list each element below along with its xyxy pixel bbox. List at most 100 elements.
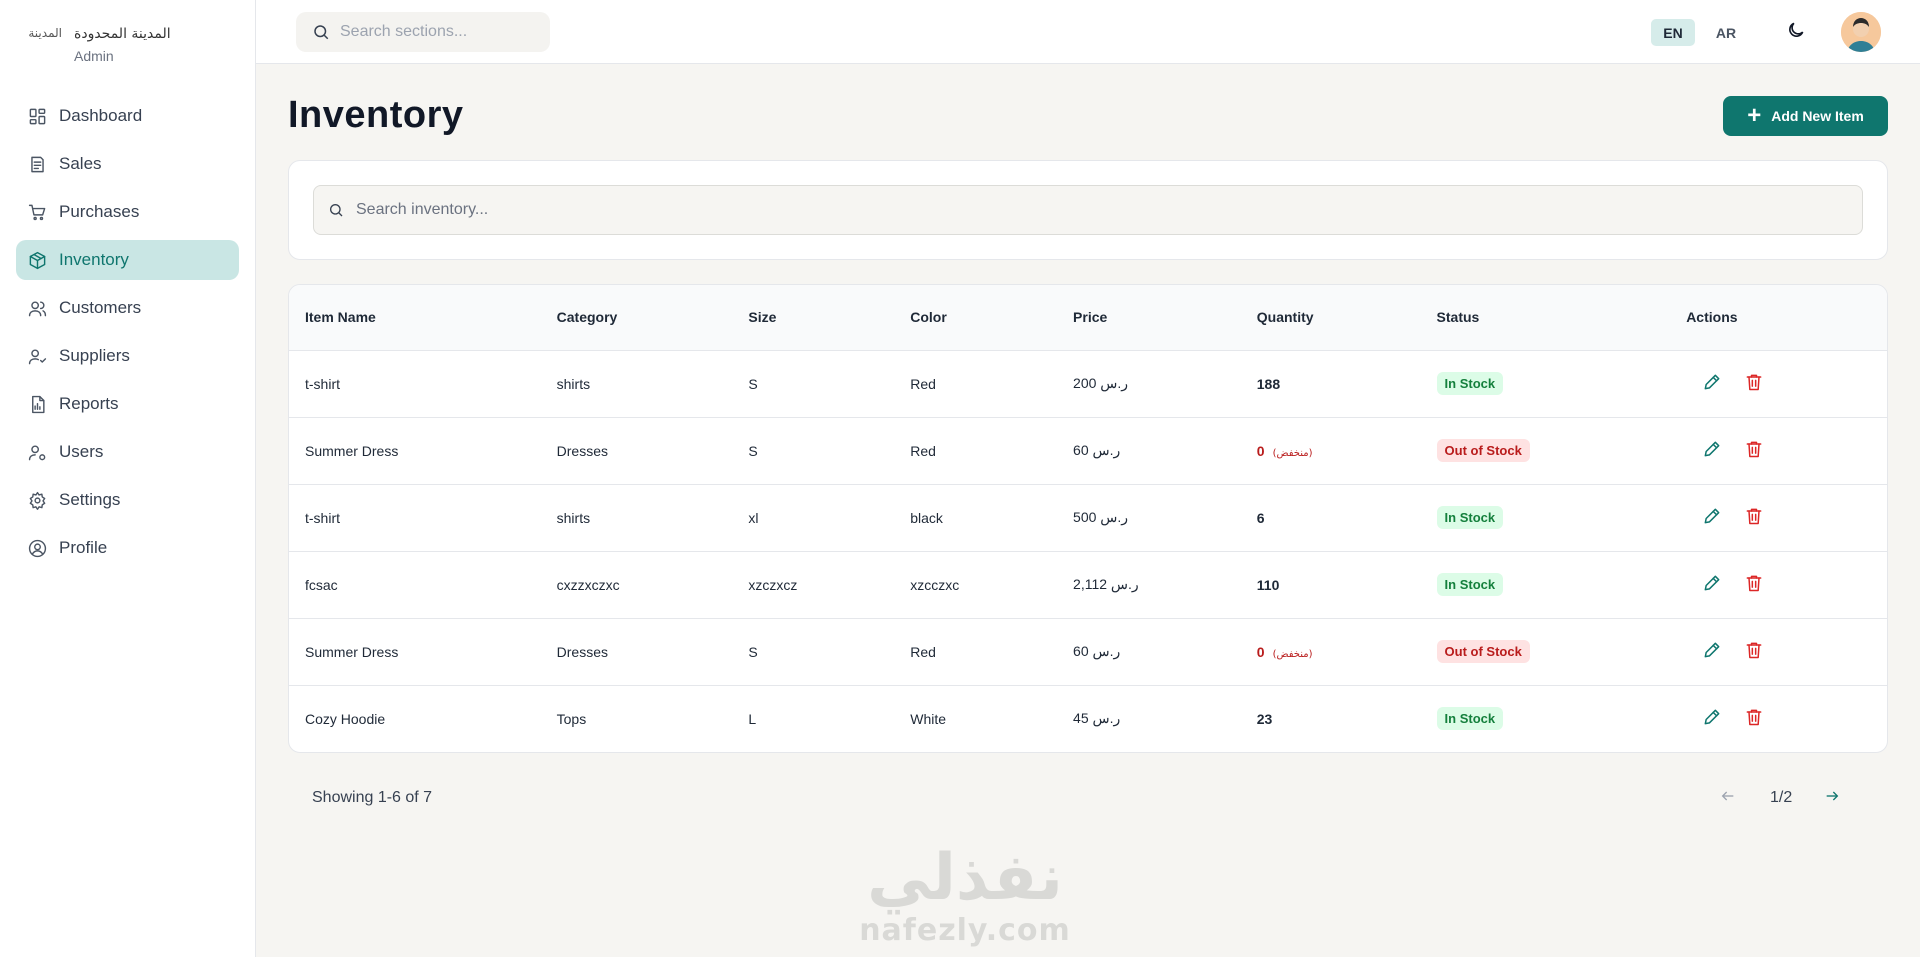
sidebar-nav: Dashboard Sales Purchases Inventory Cust… [0, 96, 255, 568]
column-header: Actions [1686, 309, 1738, 326]
section-search-input[interactable] [340, 23, 540, 41]
column-header[interactable]: Quantity [1241, 285, 1421, 350]
inventory-search[interactable] [313, 185, 1863, 235]
status-badge: Out of Stock [1436, 640, 1530, 663]
section-search[interactable] [296, 12, 550, 52]
brand: المدينة المدينة المحدودة Admin [0, 0, 255, 96]
sidebar-item-purchases[interactable]: Purchases [16, 192, 239, 232]
prev-page-button[interactable] [1720, 788, 1740, 808]
delete-button[interactable] [1744, 573, 1764, 596]
item-actions [1670, 618, 1887, 685]
inventory-table-card: Item Name Category Size Color Price Quan… [288, 284, 1888, 753]
inventory-search-input[interactable] [356, 201, 1756, 219]
sidebar-item-settings[interactable]: Settings [16, 480, 239, 520]
lang-en-button[interactable]: EN [1651, 19, 1695, 46]
column-header[interactable]: Color [894, 285, 1057, 350]
watermark-latin: nafezly.com [859, 913, 1071, 948]
pencil-icon [1704, 575, 1720, 591]
pencil-icon [1704, 508, 1720, 524]
table-row: Summer Dress Dresses S Red ر.س 60 0 (منخف… [289, 417, 1887, 484]
item-size: L [748, 710, 757, 727]
item-status-cell: In Stock [1421, 484, 1671, 551]
trash-icon [1746, 575, 1762, 592]
cart-icon [28, 204, 46, 220]
delete-button[interactable] [1744, 439, 1764, 462]
low-stock-note: (منخفض) [1272, 648, 1313, 660]
report-icon [32, 395, 45, 413]
edit-button[interactable] [1702, 573, 1722, 596]
receipt-icon [31, 156, 44, 172]
delete-button[interactable] [1744, 506, 1764, 529]
table-row: fcsac cxzzxczxc xzczxcz xzcczxc ر.س 2,11… [289, 551, 1887, 618]
item-quantity-cell: 23 [1241, 685, 1421, 752]
trash-icon [1746, 441, 1762, 458]
item-category: cxzzxczxc [556, 576, 620, 593]
status-badge: In Stock [1436, 506, 1504, 529]
sidebar-item-label: Customers [59, 298, 142, 317]
add-new-item-label: Add New Item [1771, 108, 1864, 124]
sidebar-item-customers[interactable]: Customers [16, 288, 239, 328]
item-price: ر.س 2,112 [1073, 576, 1139, 592]
item-actions [1670, 484, 1887, 551]
pencil-icon [1704, 642, 1720, 658]
item-category: Dresses [556, 643, 608, 660]
item-size: xl [748, 509, 759, 526]
sidebar-item-label: Profile [59, 538, 108, 557]
item-status-cell: In Stock [1421, 685, 1671, 752]
column-header[interactable]: Category [541, 285, 733, 350]
item-color: black [910, 509, 943, 526]
column-header[interactable]: Price [1057, 285, 1241, 350]
item-price: ر.س 200 [1073, 375, 1129, 391]
theme-toggle[interactable] [1786, 20, 1810, 44]
sidebar-item-dashboard[interactable]: Dashboard [16, 96, 239, 136]
sidebar-item-inventory[interactable]: Inventory [16, 240, 239, 280]
table-header-row: Item Name Category Size Color Price Quan… [289, 285, 1887, 350]
item-name: fcsac [305, 576, 338, 593]
table-row: t-shirt shirts S Red ر.س 200 188 In Stoc… [289, 350, 1887, 417]
sidebar-item-label: Purchases [59, 202, 140, 221]
watermark-arabic: نفذلي [867, 841, 1063, 915]
item-name: t-shirt [305, 375, 340, 392]
column-header[interactable]: Size [732, 285, 894, 350]
inventory-table: Item Name Category Size Color Price Quan… [289, 285, 1887, 752]
page-indicator: 1/2 [1770, 789, 1793, 806]
next-page-button[interactable] [1824, 788, 1844, 808]
box-icon [29, 251, 46, 269]
sidebar-item-sales[interactable]: Sales [16, 144, 239, 184]
item-color: xzcczxc [910, 576, 960, 593]
item-status-cell: In Stock [1421, 551, 1671, 618]
sidebar-item-label: Users [59, 442, 104, 461]
item-quantity-cell: 6 [1241, 484, 1421, 551]
edit-button[interactable] [1702, 439, 1722, 462]
lang-ar-button[interactable]: AR [1706, 19, 1746, 46]
item-size: xzczxcz [748, 576, 798, 593]
item-actions [1670, 350, 1887, 417]
delete-button[interactable] [1744, 640, 1764, 663]
item-quantity: 0 [1256, 643, 1265, 660]
item-name: Cozy Hoodie [305, 710, 386, 727]
sidebar-item-profile[interactable]: Profile [16, 528, 239, 568]
watermark: نفذلي nafezly.com [850, 842, 1080, 957]
column-header[interactable]: Item Name [289, 285, 541, 350]
sidebar-item-users[interactable]: Users [16, 432, 239, 472]
avatar-icon [1841, 12, 1881, 52]
item-category: shirts [556, 375, 591, 392]
add-new-item-button[interactable]: + Add New Item [1723, 96, 1888, 136]
arrow-left-icon [1721, 791, 1734, 801]
edit-button[interactable] [1702, 506, 1722, 529]
item-status-cell: In Stock [1421, 350, 1671, 417]
column-header[interactable]: Status [1421, 285, 1671, 350]
delete-button[interactable] [1744, 707, 1764, 730]
edit-button[interactable] [1702, 372, 1722, 395]
avatar[interactable] [1841, 12, 1881, 52]
trash-icon [1746, 374, 1762, 391]
item-color: Red [910, 442, 936, 459]
topbar: EN AR [256, 0, 1920, 64]
edit-button[interactable] [1702, 707, 1722, 730]
sidebar-item-reports[interactable]: Reports [16, 384, 239, 424]
edit-button[interactable] [1702, 640, 1722, 663]
item-price: ر.س 500 [1073, 509, 1129, 525]
sidebar-item-suppliers[interactable]: Suppliers [16, 336, 239, 376]
table-row: Cozy Hoodie Tops L White ر.س 45 23 In St… [289, 685, 1887, 752]
delete-button[interactable] [1744, 372, 1764, 395]
